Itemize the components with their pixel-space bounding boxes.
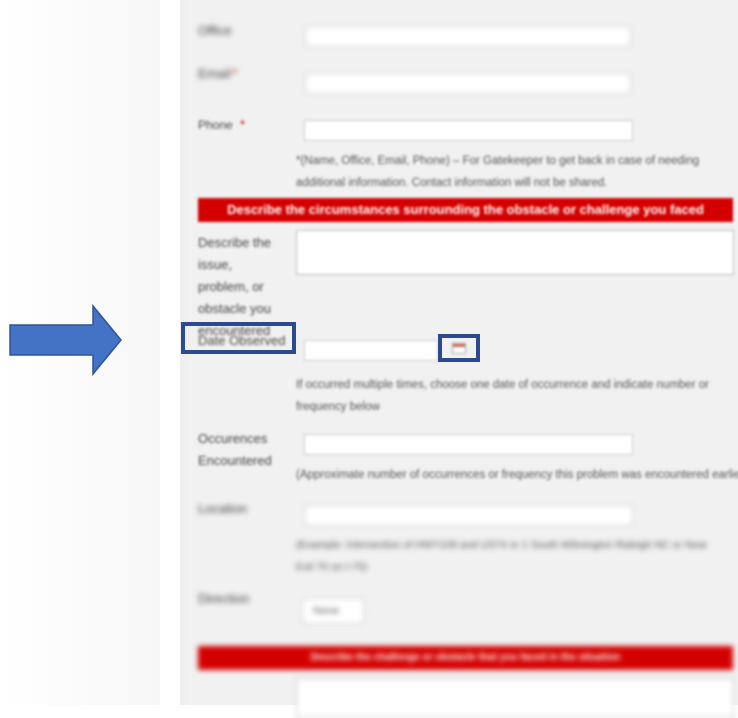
issue-label-line-2: problem, or xyxy=(198,279,264,294)
location-input[interactable] xyxy=(304,505,633,526)
next-textarea[interactable] xyxy=(296,678,734,718)
phone-required-mark: * xyxy=(240,117,246,132)
occurrences-input[interactable] xyxy=(304,434,633,455)
section-heading-bar: Describe the circumstances surrounding t… xyxy=(198,198,733,222)
phone-input[interactable] xyxy=(304,120,633,141)
direction-select[interactable]: None xyxy=(302,598,364,624)
occurrences-hint: (Approximate number of occurrences or fr… xyxy=(296,469,738,481)
email-label: Email xyxy=(198,66,231,81)
issue-textarea[interactable] xyxy=(296,230,734,275)
phone-label: Phone xyxy=(198,118,233,132)
location-hint: (Example: Intersection of HWY109 and US7… xyxy=(296,539,708,573)
date-label-highlight-box xyxy=(181,322,296,354)
office-label: Office xyxy=(198,23,232,38)
next-section-heading-bar: Describe the challenge or obstacle that … xyxy=(198,646,733,670)
occurrences-label: Occurences Encountered xyxy=(198,428,272,472)
location-label: Location xyxy=(198,501,248,516)
contact-note: *(Name, Office, Email, Phone) – For Gate… xyxy=(296,155,700,189)
occurrences-label-line-2: Encountered xyxy=(198,453,272,468)
email-input[interactable] xyxy=(305,73,631,94)
date-observed-input[interactable] xyxy=(304,340,438,361)
calendar-button-highlight-box xyxy=(438,334,480,362)
office-input[interactable] xyxy=(305,26,631,47)
issue-label-line-3: obstacle you xyxy=(198,301,271,316)
left-background xyxy=(0,0,160,705)
issue-label-line-1: Describe the issue, xyxy=(198,235,271,272)
direction-label: Direction xyxy=(198,591,250,606)
occurrences-label-line-1: Occurences xyxy=(198,431,268,446)
email-required-mark: * xyxy=(232,66,238,81)
date-hint: If occurred multiple times, choose one d… xyxy=(296,379,709,413)
